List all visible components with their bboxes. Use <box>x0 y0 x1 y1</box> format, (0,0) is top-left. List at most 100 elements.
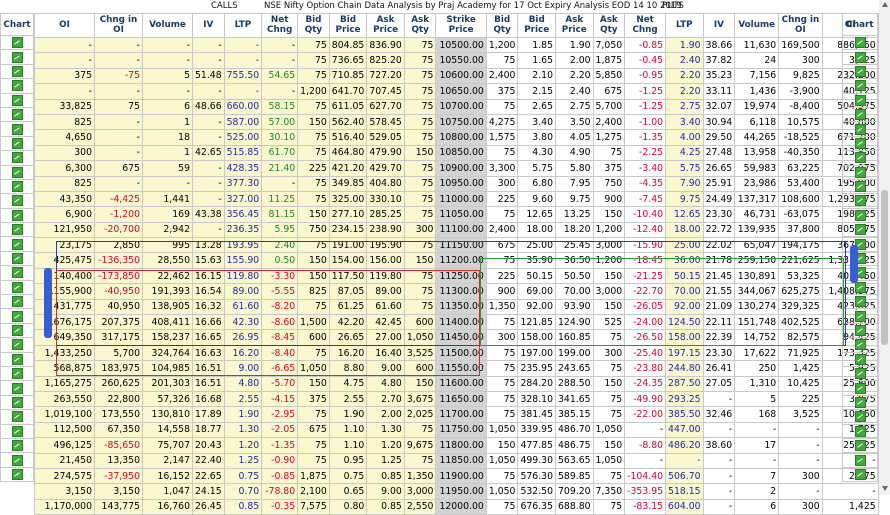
scroll-up-arrow-icon[interactable] <box>882 2 888 7</box>
cell: 589.85 <box>555 467 594 485</box>
call-chart-button[interactable] <box>0 251 34 267</box>
call-chart-button[interactable] <box>0 381 34 396</box>
cell: -1.00 <box>624 113 667 131</box>
put-chart-button[interactable] <box>842 50 878 65</box>
cell: 75 <box>403 237 437 254</box>
cell: 3,000 <box>592 283 626 300</box>
put-chart-button[interactable] <box>842 251 878 267</box>
call-chart-button[interactable] <box>0 64 34 80</box>
cell: 81.15 <box>261 206 299 223</box>
call-chart-button[interactable] <box>0 107 34 123</box>
call-chart-button[interactable] <box>0 122 34 137</box>
call-chart-button[interactable] <box>0 208 34 224</box>
put-chart-button[interactable] <box>842 453 878 468</box>
call-chart-button[interactable] <box>0 36 34 51</box>
cell: 274,575 <box>34 467 95 485</box>
column-header: IV <box>192 13 225 38</box>
put-chart-button[interactable] <box>842 223 878 238</box>
put-chart-button[interactable] <box>842 338 878 353</box>
call-chart-button[interactable] <box>0 50 34 65</box>
cell: 75 <box>297 237 330 254</box>
call-chart-button[interactable] <box>0 323 34 339</box>
put-chart-button[interactable] <box>842 438 878 454</box>
call-chart-button[interactable] <box>0 223 34 238</box>
cell: 576.30 <box>517 467 556 485</box>
cell: 16.66 <box>192 314 225 331</box>
call-chart-button[interactable] <box>0 438 34 454</box>
call-chart-button[interactable] <box>0 194 34 209</box>
cell: 404.80 <box>366 175 405 192</box>
call-chart-button[interactable] <box>0 352 34 367</box>
call-chart-button[interactable] <box>0 424 34 439</box>
cell: 825 <box>34 113 95 131</box>
strike-price-cell: 11700.00 <box>435 406 487 423</box>
put-chart-button[interactable] <box>842 309 878 324</box>
put-chart-button[interactable] <box>842 366 878 382</box>
put-chart-button[interactable] <box>842 194 878 209</box>
put-chart-button[interactable] <box>842 208 878 224</box>
call-chart-button[interactable] <box>0 366 34 382</box>
put-chart-button[interactable] <box>842 467 878 483</box>
cell: - <box>192 221 225 239</box>
call-chart-button[interactable] <box>0 309 34 324</box>
scrollbar-thumb[interactable] <box>881 190 888 345</box>
cell: 29.50 <box>702 129 736 146</box>
cell: 2,400 <box>485 67 519 85</box>
cell: 2.65 <box>517 98 556 115</box>
chart-icon <box>11 123 23 135</box>
put-chart-button[interactable] <box>842 122 878 137</box>
call-chart-button[interactable] <box>0 295 34 310</box>
scroll-down-arrow-icon[interactable] <box>882 486 888 491</box>
call-chart-button[interactable] <box>0 165 34 180</box>
put-chart-button[interactable] <box>842 165 878 180</box>
put-chart-button[interactable] <box>842 79 878 94</box>
call-chart-button[interactable] <box>0 453 34 468</box>
put-chart-button[interactable] <box>842 107 878 123</box>
call-chart-button[interactable] <box>0 136 34 152</box>
cell: 4.75 <box>328 375 368 392</box>
table-row: 375 -75 5 51.48 755.50 54.65 75 710.85 727.20 75 1… <box>34 67 879 85</box>
put-chart-button[interactable] <box>842 280 878 296</box>
put-chart-button[interactable] <box>842 237 878 252</box>
call-chart-button[interactable] <box>0 151 34 166</box>
call-chart-button[interactable] <box>0 237 34 252</box>
call-chart-button[interactable] <box>0 338 34 353</box>
call-chart-button[interactable] <box>0 280 34 296</box>
cell: 0.70 <box>223 483 263 500</box>
cell: 70.00 <box>665 283 704 300</box>
chart-icon <box>11 94 23 106</box>
put-chart-button[interactable] <box>842 295 878 310</box>
put-chart-button[interactable] <box>842 352 878 367</box>
cell: -8,400 <box>778 98 823 115</box>
call-chart-button[interactable] <box>0 79 34 94</box>
cell: 150 <box>592 375 626 392</box>
put-chart-button[interactable] <box>842 179 878 195</box>
cell: - <box>624 452 667 469</box>
call-chart-button[interactable] <box>0 266 34 281</box>
put-chart-button[interactable] <box>842 266 878 281</box>
put-chart-button[interactable] <box>842 93 878 108</box>
put-chart-button[interactable] <box>842 136 878 152</box>
put-chart-button[interactable] <box>842 64 878 80</box>
cell: 16.65 <box>192 329 225 346</box>
call-chart-button[interactable] <box>0 410 34 425</box>
cell: 63,225 <box>778 160 823 177</box>
right-chart-column: Chart <box>842 13 878 483</box>
put-chart-button[interactable] <box>842 151 878 166</box>
cell: 225 <box>485 190 519 208</box>
put-chart-button[interactable] <box>842 323 878 339</box>
put-chart-button[interactable] <box>842 36 878 51</box>
put-chart-button[interactable] <box>842 424 878 439</box>
call-chart-button[interactable] <box>0 395 34 411</box>
cell: 1,200 <box>592 252 626 269</box>
call-chart-button[interactable] <box>0 179 34 195</box>
put-chart-button[interactable] <box>842 381 878 396</box>
put-chart-button[interactable] <box>842 410 878 425</box>
chart-icon <box>11 468 23 480</box>
strike-price-cell: 11100.00 <box>435 221 487 239</box>
call-chart-button[interactable] <box>0 467 34 483</box>
call-chart-button[interactable] <box>0 93 34 108</box>
cell: -4,425 <box>94 190 143 208</box>
put-chart-button[interactable] <box>842 395 878 411</box>
cell: 5,700 <box>94 344 143 362</box>
